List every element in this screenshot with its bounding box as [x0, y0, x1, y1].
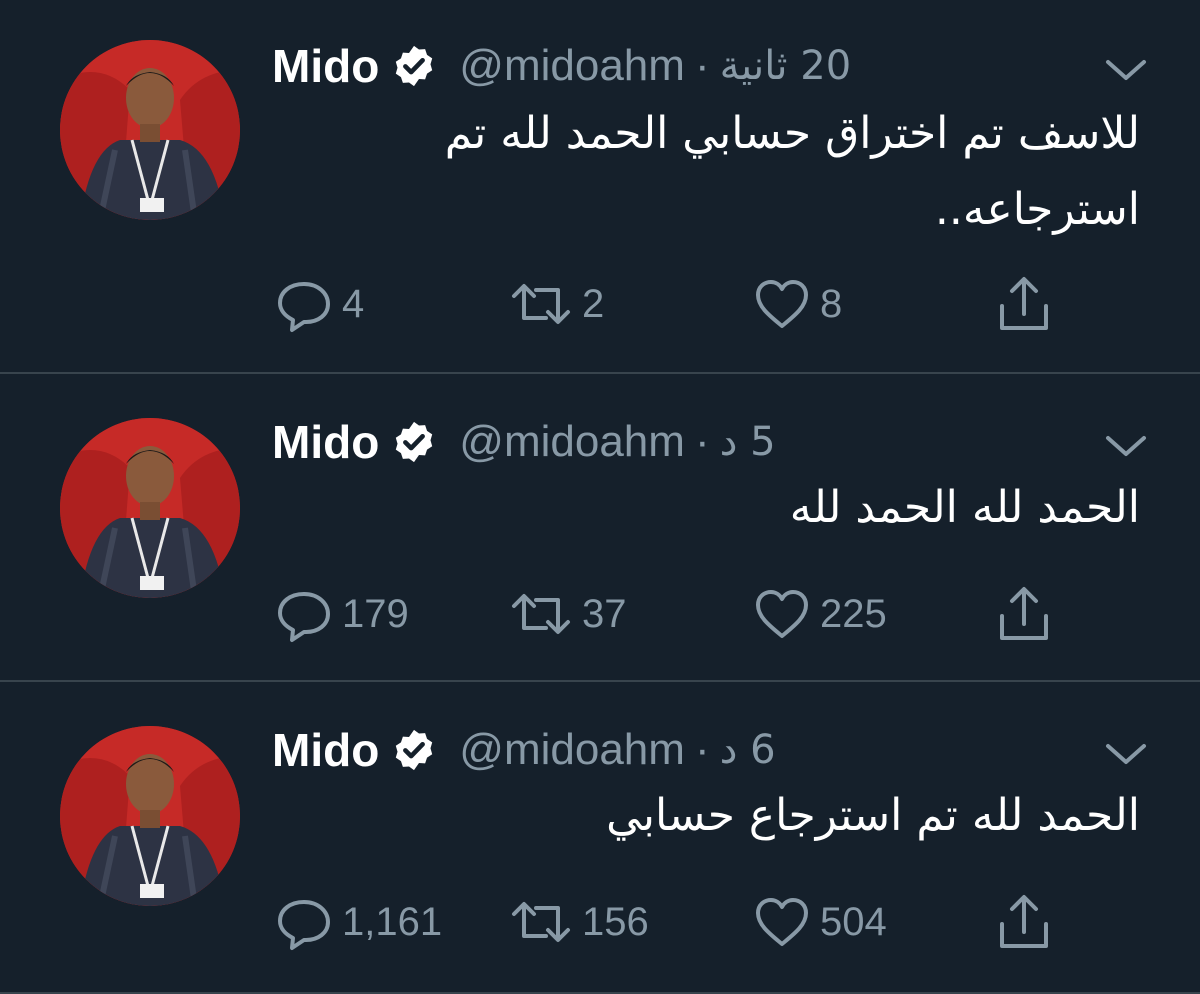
tweet-text-line: للاسف تم اختراق حسابي الحمد لله تم	[444, 108, 1140, 159]
separator-dot: ·	[694, 41, 710, 90]
like-button[interactable]: 504	[752, 892, 887, 952]
like-button[interactable]: 225	[752, 584, 887, 644]
separator-dot: ·	[694, 417, 710, 466]
avatar[interactable]	[60, 418, 240, 598]
reply-count: 4	[342, 281, 365, 326]
retweet-button[interactable]: 2	[508, 274, 604, 334]
tweet-header: Mido @midoahm · 5 د	[272, 414, 776, 470]
retweet-icon	[512, 594, 570, 634]
share-button[interactable]	[992, 274, 1056, 334]
tweet-text-line: الحمد لله تم استرجاع حسابي	[606, 790, 1140, 841]
retweet-count: 2	[582, 281, 605, 326]
separator-dot: ·	[694, 725, 710, 774]
tweet-text: الحمد لله تم استرجاع حسابي	[400, 778, 1140, 854]
retweet-count: 37	[582, 591, 627, 636]
reply-count: 179	[342, 591, 409, 636]
verified-badge-icon	[391, 419, 437, 465]
tweet-actions: 1,161 156 504	[272, 892, 1072, 952]
heart-icon	[756, 280, 808, 328]
tweet-header: Mido @midoahm · 20 ثانية	[272, 38, 851, 94]
like-count: 504	[820, 899, 887, 944]
tweet-text: للاسف تم اختراق حسابي الحمد لله تم استرج…	[400, 96, 1140, 248]
like-count: 225	[820, 591, 887, 636]
user-name[interactable]: Mido	[272, 39, 379, 93]
retweet-button[interactable]: 156	[508, 892, 649, 952]
tweet-header: Mido @midoahm · 6 د	[272, 722, 776, 778]
retweet-icon	[512, 902, 570, 942]
share-icon	[1000, 277, 1048, 330]
tweet-timestamp[interactable]: 20 ثانية	[720, 43, 852, 89]
heart-icon	[756, 898, 808, 946]
reply-button[interactable]: 179	[274, 584, 409, 644]
tweet-text: الحمد لله الحمد لله	[400, 470, 1140, 546]
like-button[interactable]: 8	[752, 274, 842, 334]
chevron-down-icon[interactable]	[1100, 426, 1152, 466]
heart-icon	[756, 590, 808, 638]
share-icon	[1000, 895, 1048, 948]
reply-icon	[278, 900, 330, 950]
reply-button[interactable]: 4	[274, 274, 364, 334]
user-handle[interactable]: @midoahm	[459, 417, 685, 467]
tweet-timestamp[interactable]: 6 د	[720, 727, 776, 773]
verified-badge-icon	[391, 43, 437, 89]
user-name[interactable]: Mido	[272, 723, 379, 777]
tweet-timestamp[interactable]: 5 د	[720, 419, 776, 465]
verified-badge-icon	[391, 727, 437, 773]
tweet[interactable]: Mido @midoahm · 6 د الحمد لله تم استرجاع…	[0, 682, 1200, 994]
user-handle[interactable]: @midoahm	[459, 725, 685, 775]
retweet-icon	[512, 284, 570, 324]
tweet[interactable]: Mido @midoahm · 20 ثانية للاسف تم اختراق…	[0, 0, 1200, 374]
share-icon	[1000, 587, 1048, 640]
avatar[interactable]	[60, 40, 240, 220]
chevron-down-icon[interactable]	[1100, 50, 1152, 90]
tweet-actions: 4 2 8	[272, 274, 1072, 334]
tweet-text-line: استرجاعه..	[934, 184, 1140, 235]
retweet-button[interactable]: 37	[508, 584, 627, 644]
share-button[interactable]	[992, 892, 1056, 952]
tweet-text-line: الحمد لله الحمد لله	[789, 482, 1140, 533]
retweet-count: 156	[582, 899, 649, 944]
reply-button[interactable]: 1,161	[274, 892, 442, 952]
avatar[interactable]	[60, 726, 240, 906]
timeline: Mido @midoahm · 20 ثانية للاسف تم اختراق…	[0, 0, 1200, 994]
like-count: 8	[820, 281, 843, 326]
reply-count: 1,161	[342, 899, 443, 944]
user-name[interactable]: Mido	[272, 415, 379, 469]
tweet-actions: 179 37 225	[272, 584, 1072, 644]
chevron-down-icon[interactable]	[1100, 734, 1152, 774]
reply-icon	[278, 592, 330, 642]
reply-icon	[278, 282, 330, 332]
user-handle[interactable]: @midoahm	[459, 41, 685, 91]
tweet[interactable]: Mido @midoahm · 5 د الحمد لله الحمد لله	[0, 374, 1200, 682]
share-button[interactable]	[992, 584, 1056, 644]
